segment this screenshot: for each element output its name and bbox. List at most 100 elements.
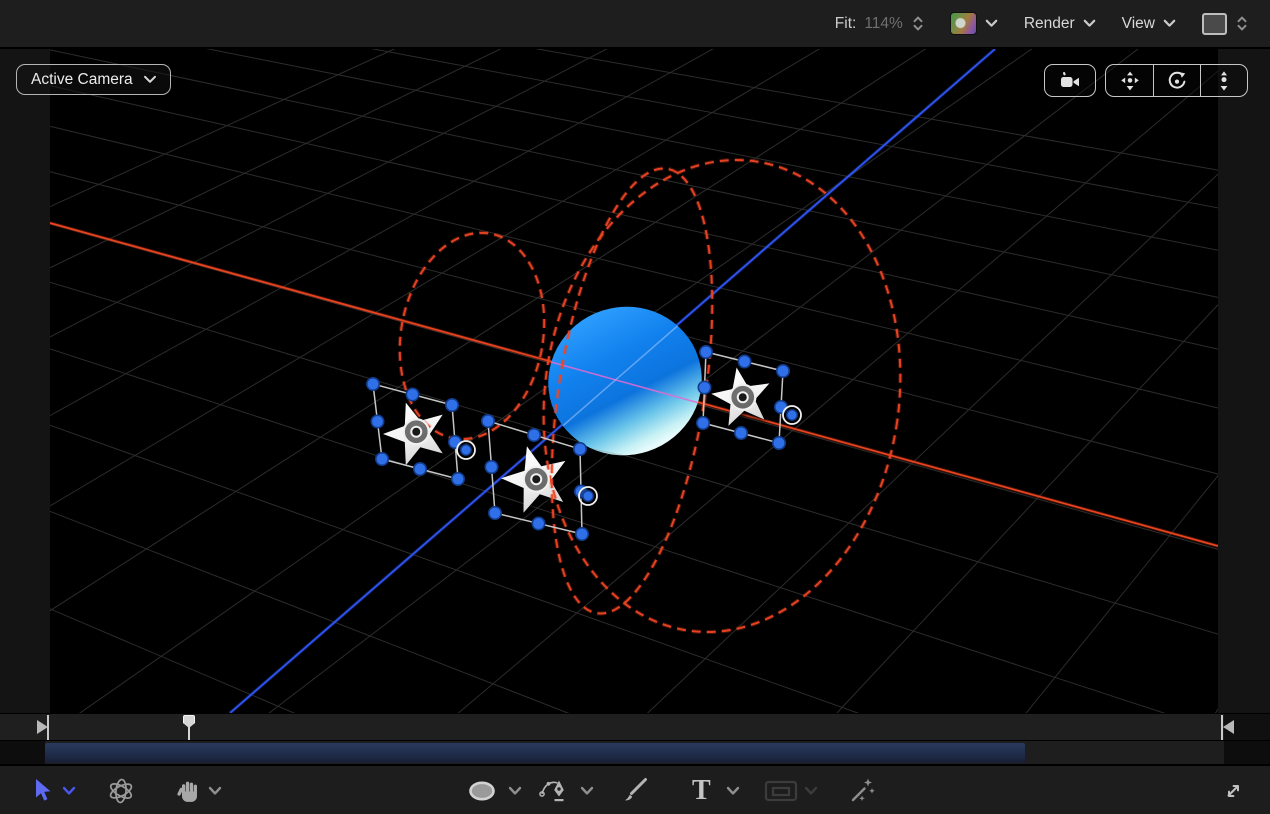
play-range-bar[interactable] [45,743,1025,763]
selection-handle[interactable] [371,415,383,427]
ellipse-shape-icon [466,778,498,804]
playhead[interactable] [183,714,195,741]
selection-handle[interactable] [574,443,586,455]
window-layout-icon [1202,13,1227,35]
shape-tool[interactable] [466,766,498,814]
video-camera-icon [1058,70,1082,92]
play-range-out-marker[interactable] [1223,720,1234,734]
rectangle-mask-icon [762,777,800,805]
selection-handle[interactable] [367,378,379,390]
canvas-toolbar: T [0,764,1270,814]
chevron-down-icon [508,786,522,796]
grid-line [213,49,1218,713]
view-menu[interactable]: View [1122,15,1176,33]
chevron-down-icon [208,786,222,796]
canvas-3d-scene[interactable] [50,49,1218,713]
selection-handle[interactable] [697,417,709,429]
orbit-icon [1165,69,1189,93]
selection-handle[interactable] [698,381,710,393]
chevron-down-icon [804,786,818,796]
dolly-icon [1212,69,1236,93]
selection-handle[interactable] [773,437,785,449]
bezier-pen-tool[interactable] [538,766,570,814]
camera-popup-label: Active Camera [31,71,133,89]
fit-label: Fit: [835,15,857,33]
view-menu-label: View [1122,15,1155,33]
playhead-stem [188,726,190,741]
resize-diagonal-icon [1220,778,1246,804]
select-tool-popup[interactable] [62,766,76,814]
layout-stepper-icon [1236,15,1248,32]
pen-tool-popup[interactable] [580,766,594,814]
3d-transform-icon [106,776,136,806]
pan-canvas-tool[interactable] [176,766,202,814]
camera-button[interactable] [1044,64,1096,97]
play-range-in-line [47,715,49,740]
selection-handle[interactable] [735,427,747,439]
selection-handle[interactable] [489,507,501,519]
channels-popup[interactable] [950,12,998,35]
pen-tool-icon [538,776,570,806]
zoom-level-control[interactable]: Fit: 114% [835,15,924,33]
select-transform-tool[interactable] [32,766,54,814]
chevron-down-icon [985,19,998,28]
selection-handle[interactable] [414,463,426,475]
selection-handle[interactable] [528,429,540,441]
chevron-down-icon [726,786,740,796]
pan-tool-popup[interactable] [208,766,222,814]
mini-timeline[interactable] [0,740,1270,764]
selection-handle[interactable] [700,346,712,358]
mask-tool-popup-disabled [804,766,818,814]
shape-tool-popup[interactable] [508,766,522,814]
render-menu-label: Render [1024,15,1075,33]
chevron-down-icon [1083,19,1096,28]
selection-handle[interactable] [738,355,750,367]
anchor-point-inner [411,427,421,437]
chevron-down-icon [1163,19,1176,28]
paint-brush-icon [620,776,650,806]
text-tool-icon: T [692,777,711,805]
pan-view-button[interactable] [1106,65,1153,96]
selection-handle[interactable] [485,461,497,473]
selection-handle[interactable] [777,365,789,377]
color-channels-icon [950,12,977,35]
rotation-handle[interactable] [787,410,797,420]
canvas-viewport[interactable] [50,49,1218,713]
anchor-point-inner [531,474,541,484]
dolly-view-button[interactable] [1200,65,1247,96]
orbit-view-button[interactable] [1153,65,1200,96]
window-layout-control[interactable] [1202,13,1248,35]
arrow-cursor-icon [32,778,54,804]
selection-handle[interactable] [532,517,544,529]
selection-handle[interactable] [482,415,494,427]
text-tool-popup[interactable] [726,766,740,814]
mask-tool-disabled [762,766,800,814]
text-tool[interactable]: T [692,766,711,814]
selection-handle[interactable] [446,399,458,411]
selection-bounding-box[interactable] [697,346,801,449]
render-menu[interactable]: Render [1024,15,1096,33]
anchor-point-inner [738,392,748,402]
zoom-stepper-icon[interactable] [912,15,924,32]
toggle-timeline-button[interactable] [1220,766,1246,814]
rotation-handle[interactable] [461,445,471,455]
paint-stroke-tool[interactable] [620,766,650,814]
selection-handle[interactable] [576,528,588,540]
rotation-handle[interactable] [583,491,593,501]
zoom-value: 114% [864,15,903,33]
adjust-item-tool[interactable] [846,766,876,814]
selection-handle[interactable] [406,388,418,400]
chevron-down-icon [62,786,76,796]
canvas-display-toolbar: Fit: 114% Render View [0,0,1270,48]
camera-popup-button[interactable]: Active Camera [16,64,171,95]
pan-icon [1118,69,1142,93]
timeline-ruler[interactable] [0,713,1270,740]
chevron-down-icon [143,75,157,84]
chevron-down-icon [580,786,594,796]
selection-handle[interactable] [376,453,388,465]
selection-handle[interactable] [452,473,464,485]
hand-icon [176,778,202,805]
canvas-area: Active Camera [0,49,1270,713]
3d-view-tools [1044,64,1248,97]
3d-transform-tool[interactable] [106,766,136,814]
